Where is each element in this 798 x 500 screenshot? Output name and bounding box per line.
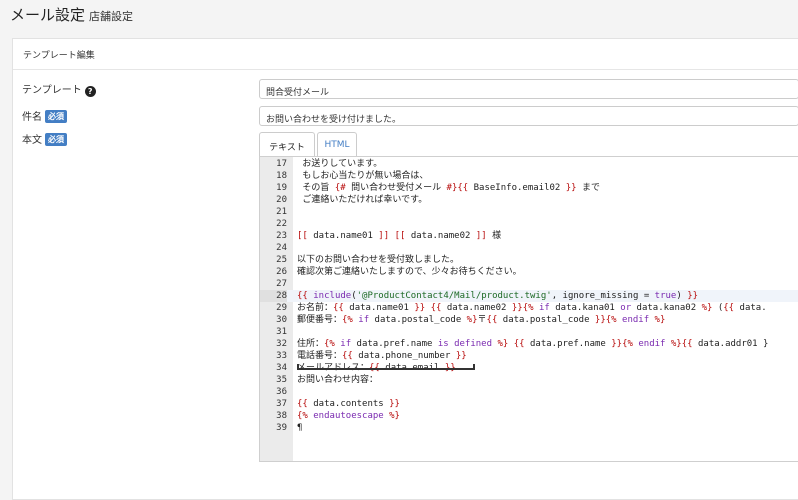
editor-line[interactable]: 20 ご連絡いただければ幸いです。 [260,194,798,206]
code-text: その旨 {# 問い合わせ受付メール #}{{ BaseInfo.email02 … [297,183,601,193]
card-title: テンプレート編集 [23,51,95,61]
code-text: 郵便番号：{% if data.postal_code %}〒{{ data.p… [297,315,666,325]
page-title-text: メール設定 [10,6,86,24]
page-subtitle: 店舗設定 [89,10,134,23]
code-text: {{ include('@ProductContact4/Mail/produc… [297,291,699,301]
editor-line[interactable]: 28 {{ include('@ProductContact4/Mail/prod… [260,290,798,302]
editor-line[interactable]: 30 郵便番号：{% if data.postal_code %}〒{{ data… [260,314,798,326]
editor-line[interactable]: 26 確認次第ご連絡いたしますので、少々お待ちください。 [260,266,798,278]
editor-line[interactable]: 29 お名前：{{ data.name01 }} {{ data.name02 }… [260,302,798,314]
line-number: 18 [276,171,287,181]
editor-line[interactable]: 32 住所：{% if data.pref.name is defined %} … [260,338,798,350]
editor-line[interactable]: 36 [260,386,798,398]
code-text: 電話番号：{{ data.phone_number }} [297,351,467,361]
code-text: [[ data.name01 ]] [[ data.name02 ]] 様 [297,231,502,241]
subject-label-row: 件名 必須 [22,108,67,123]
editor-line[interactable]: 22 [260,218,798,230]
editor-line[interactable]: 17 お送りしています。 [260,158,798,170]
editor-line[interactable]: 27 [260,278,798,290]
line-number: 28 [260,290,287,302]
editor-line[interactable]: 37 {{ data.contents }} [260,398,798,410]
template-select[interactable]: 問合受付メール [259,79,798,99]
code-text: 住所：{% if data.pref.name is defined %} {{… [297,339,769,349]
code-text: {{ data.contents }} [297,399,400,409]
editor-line[interactable]: 23 [[ data.name01 ]] [[ data.name02 ]] 様 [260,230,798,242]
line-number: 25 [276,255,287,265]
body-label: 本文 [22,135,42,146]
line-number: 30 [276,315,287,325]
code-text: {% endautoescape %} [297,411,400,421]
tab-text[interactable]: テキスト [259,132,315,156]
page-title: メール設定 店舗設定 [10,4,133,25]
tab-html[interactable]: HTML [317,132,357,156]
editor-line[interactable]: 38 {% endautoescape %} [260,410,798,422]
line-number: 34 [276,363,287,373]
editor-line[interactable]: 31 [260,326,798,338]
line-number: 36 [276,387,287,397]
editor-line[interactable]: 39 ¶ [260,422,798,434]
subject-label: 件名 [22,112,42,123]
line-number: 17 [276,159,287,169]
line-number: 33 [276,351,287,361]
line-number: 20 [276,195,287,205]
line-number: 31 [276,327,287,337]
line-number: 38 [276,411,287,421]
editor-line[interactable]: 35 お問い合わせ内容： [260,374,798,386]
code-text: お問い合わせ内容： [297,375,379,385]
line-number: 35 [276,375,287,385]
body-label-row: 本文 必須 [22,131,67,146]
code-text: もしお心当たりが無い場合は、 [297,171,429,181]
question-circle-icon[interactable]: ? [84,86,96,97]
card-header: テンプレート編集 [13,39,798,70]
required-badge: 必須 [45,133,67,146]
line-number: 24 [276,243,287,253]
line-number: 26 [276,267,287,277]
editor-line[interactable]: 18 もしお心当たりが無い場合は、 [260,170,798,182]
code-text: ¶ [297,423,303,433]
selection-bracket-mark [297,364,475,370]
editor-line[interactable]: 33 電話番号：{{ data.phone_number }} [260,350,798,362]
editor-line[interactable]: 25 以下のお問い合わせを受付致しました。 [260,254,798,266]
template-label-row: テンプレート? [22,81,96,97]
editor-line[interactable]: 19 その旨 {# 問い合わせ受付メール #}{{ BaseInfo.email… [260,182,798,194]
editor-line[interactable]: 24 [260,242,798,254]
subject-input[interactable]: お問い合わせを受け付けました。 [259,106,798,126]
code-text: お送りしています。 [297,159,383,169]
template-label: テンプレート [22,85,82,96]
code-text: ご連絡いただければ幸いです。 [297,195,428,205]
line-number: 37 [276,399,287,409]
code-text: 以下のお問い合わせを受付致しました。 [297,255,460,265]
line-number: 23 [276,231,287,241]
line-number: 32 [276,339,287,349]
code-editor[interactable]: 17 お送りしています。 18 もしお心当たりが無い場合は、 19 その旨 {# 問… [259,156,798,462]
line-number: 27 [276,279,287,289]
editor-line[interactable]: 21 [260,206,798,218]
code-text: お名前：{{ data.name01 }} {{ data.name02 }}{… [297,303,767,313]
line-number: 29 [276,303,287,313]
line-number: 22 [276,219,287,229]
top-bar: メール設定 店舗設定 [0,0,798,26]
required-badge: 必須 [45,110,67,123]
line-number: 19 [276,183,287,193]
code-text: 確認次第ご連絡いたしますので、少々お待ちください。 [297,267,522,277]
line-number: 39 [276,423,287,433]
line-number: 21 [276,207,287,217]
